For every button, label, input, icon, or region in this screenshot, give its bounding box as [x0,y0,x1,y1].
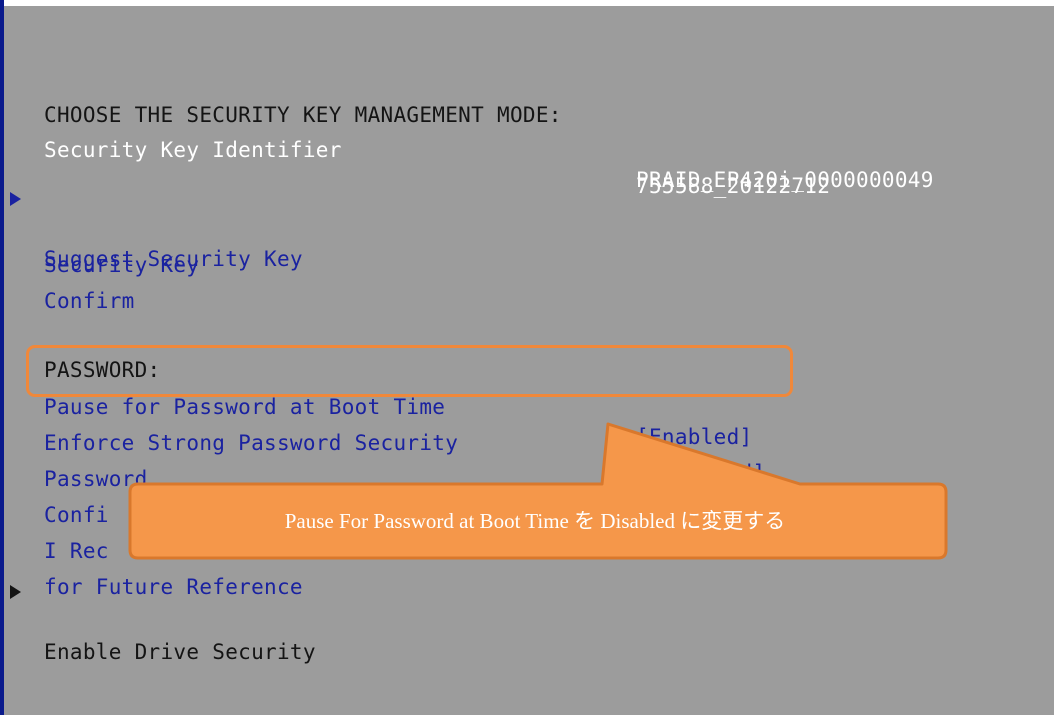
callout-text: Pause For Password at Boot Time を Disabl… [284,509,786,533]
callout-shape [128,422,948,560]
